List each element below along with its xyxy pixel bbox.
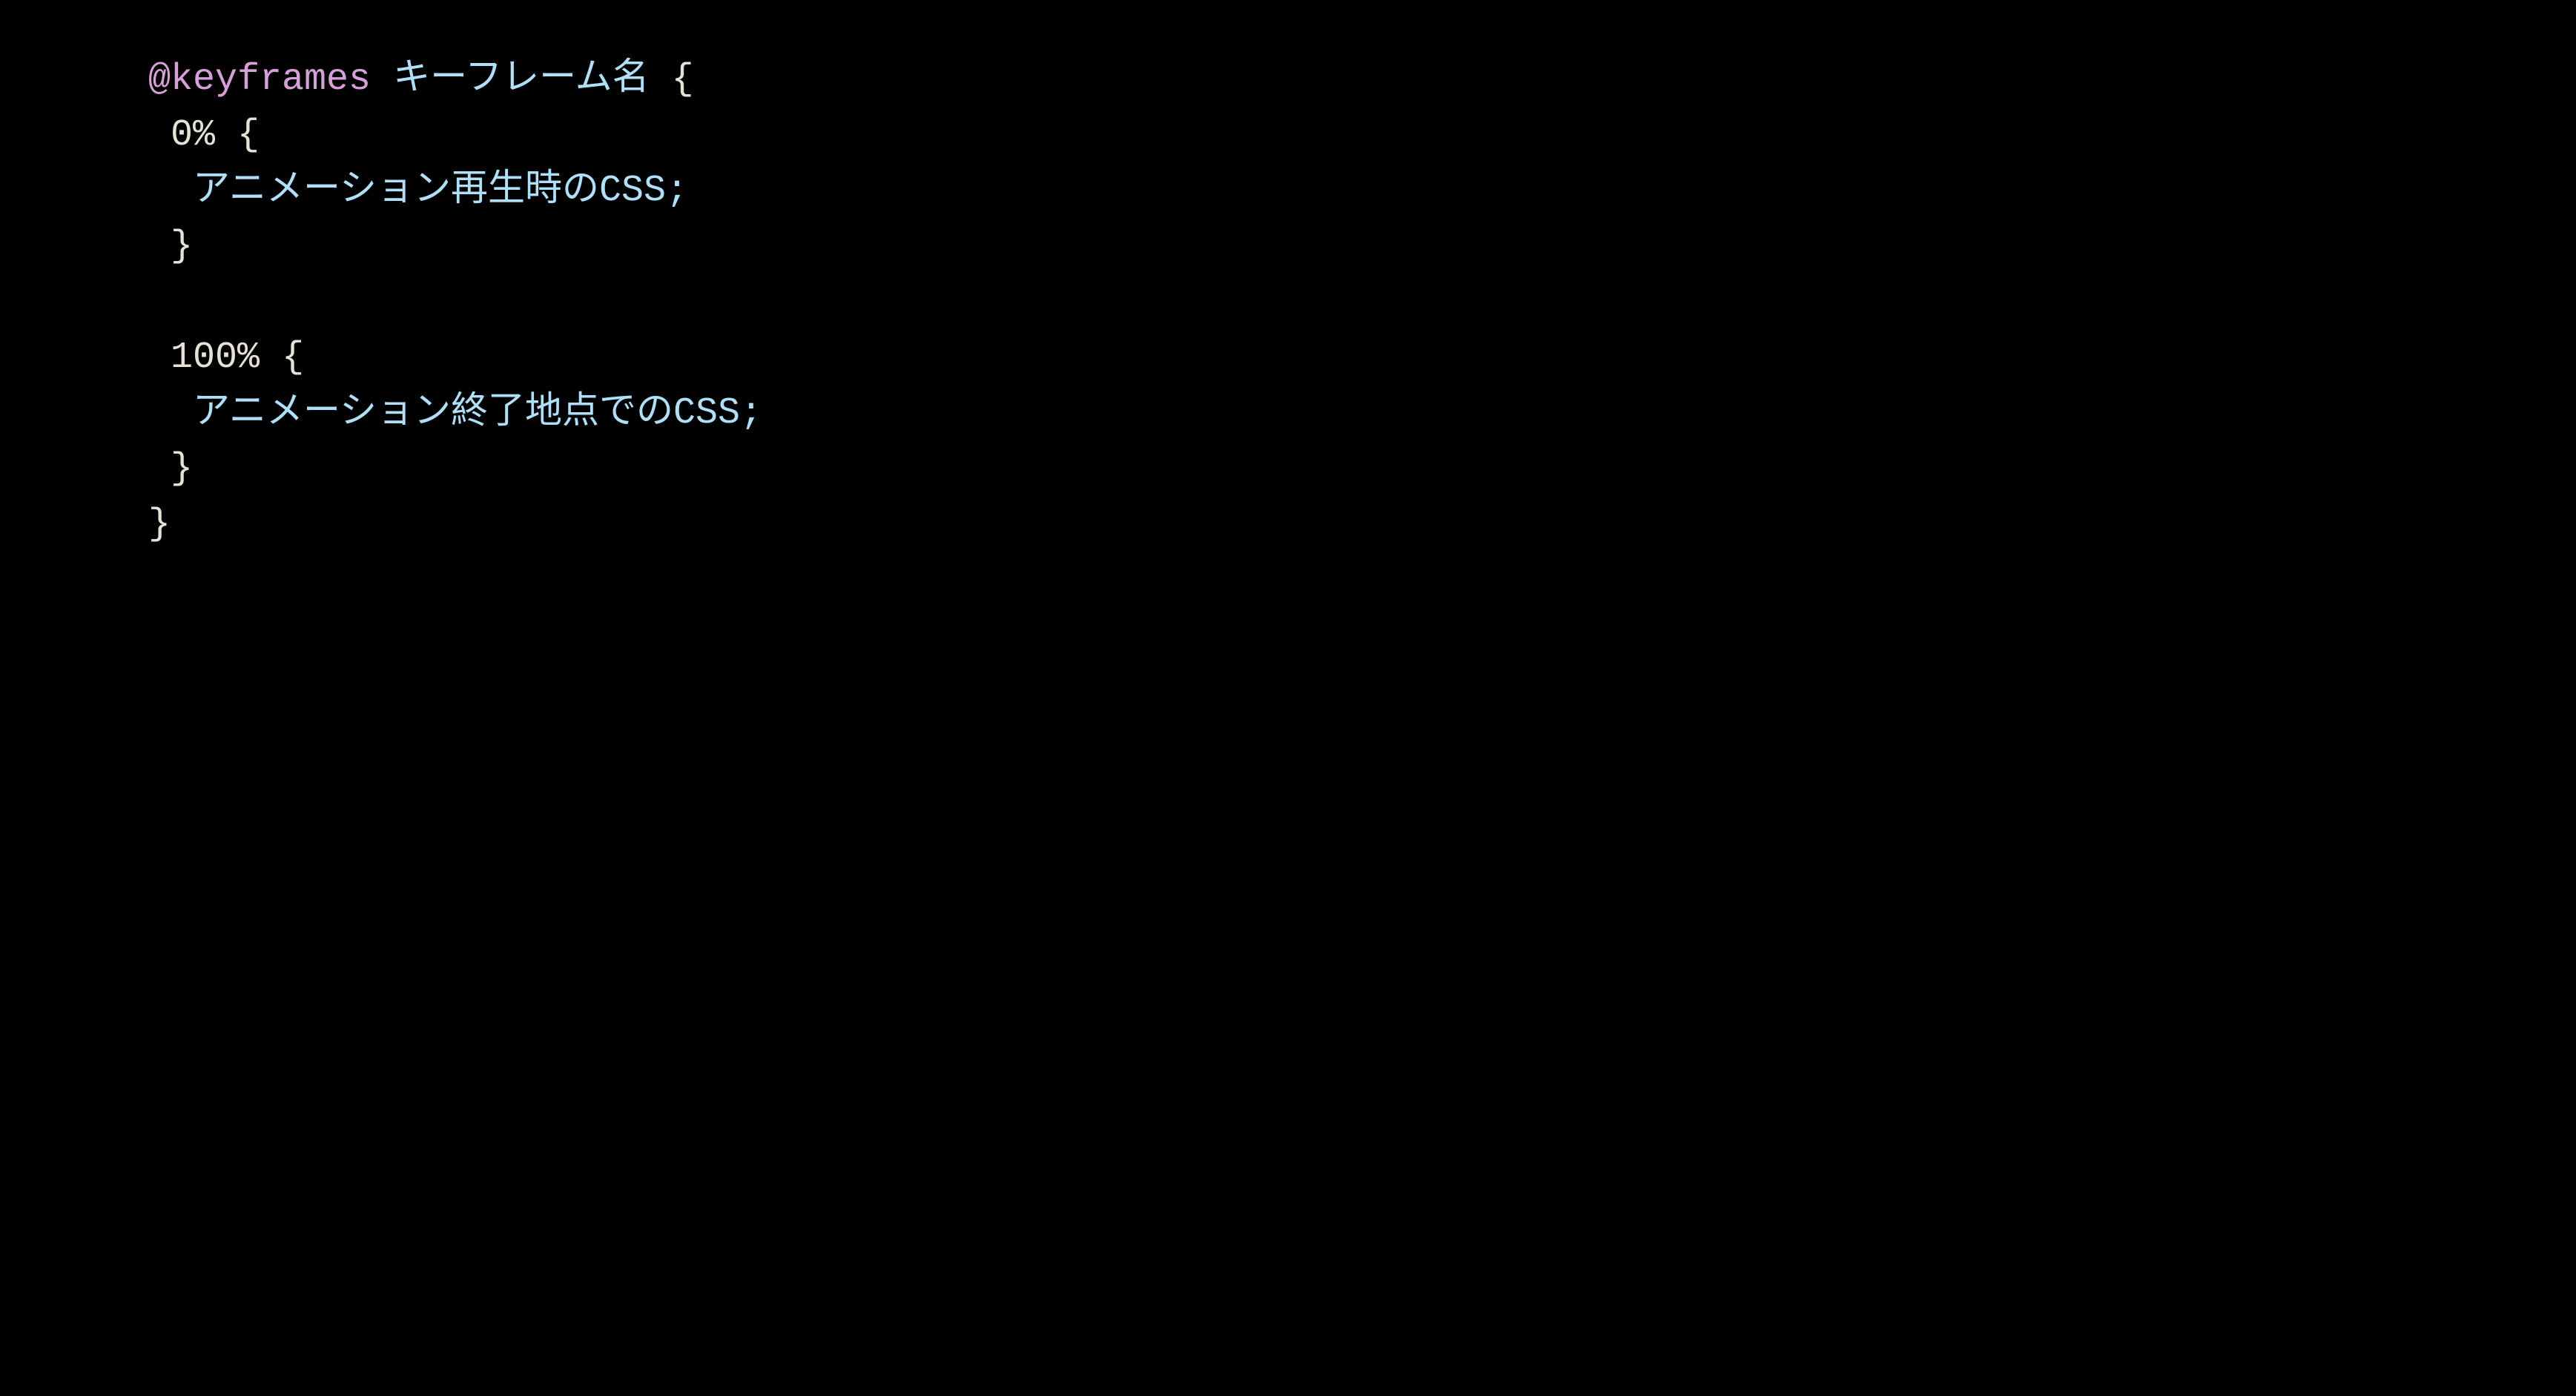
brace-open: { (237, 114, 260, 156)
brace-open: { (282, 337, 304, 379)
keyframe-percent-100: 100% (171, 337, 260, 379)
brace-close: } (148, 503, 171, 546)
keyframe-percent-0: 0% (171, 114, 215, 156)
brace-close: } (171, 448, 193, 490)
brace-open: { (672, 59, 694, 101)
brace-close: } (171, 225, 193, 268)
keyframe-body-100: アニメーション終了地点でのCSS; (193, 392, 762, 434)
code-block: @keyframes キーフレーム名 { 0% { アニメーション再生時のCSS… (0, 0, 762, 552)
at-rule-keyword: @keyframes (148, 59, 371, 101)
keyframes-name: キーフレーム名 (393, 59, 650, 101)
keyframe-body-0: アニメーション再生時のCSS; (193, 170, 688, 212)
